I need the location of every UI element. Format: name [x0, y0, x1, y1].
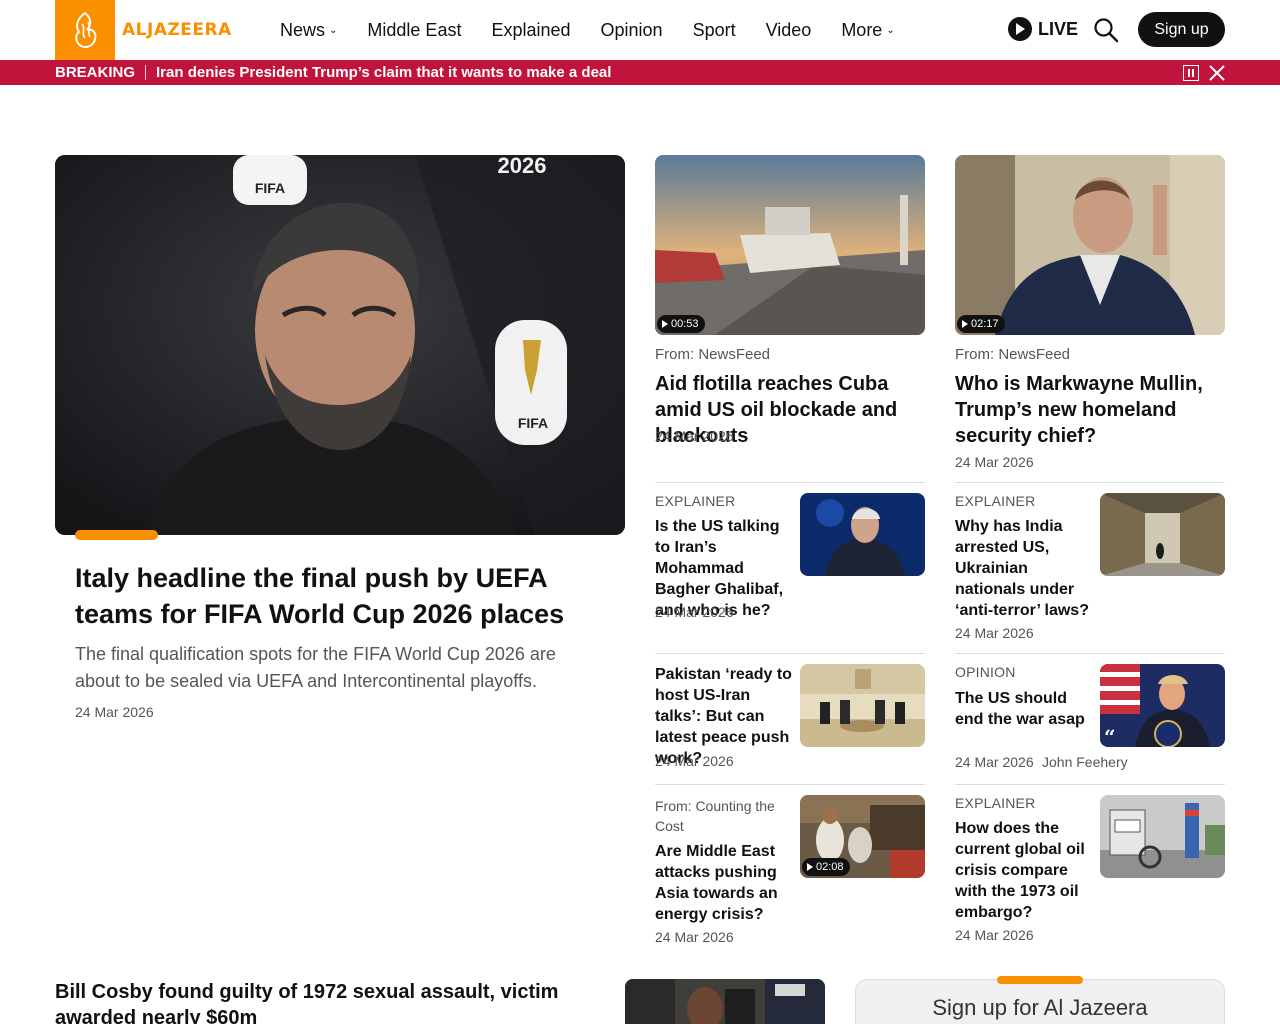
live-label: LIVE: [1038, 18, 1079, 39]
fifa-text: FIFA: [518, 415, 548, 431]
pause-icon[interactable]: [1183, 65, 1199, 81]
story-date: 24 Mar 2026: [655, 929, 734, 945]
breaking-news-bar: BREAKING Iran denies President Trump’s c…: [0, 60, 1280, 85]
story-date: 24 Mar 2026: [955, 927, 1034, 943]
newsletter-accent-bar: [997, 976, 1083, 984]
site-header: ALJAZEERA News ⌄ Middle East Explained Op…: [0, 0, 1280, 60]
live-button[interactable]: LIVE: [1008, 17, 1078, 41]
play-icon: [807, 863, 813, 871]
story-tag[interactable]: Explainer: [955, 493, 1035, 509]
story-headline[interactable]: Bill Cosby found guilty of 1972 sexual a…: [55, 979, 615, 1024]
video-duration-badge: 02:08: [802, 858, 850, 876]
story-headline[interactable]: How does the current global oil crisis c…: [955, 818, 1095, 923]
story-source[interactable]: From: Counting the Cost: [655, 796, 795, 836]
story-date: 24 Mar 2026: [655, 753, 734, 769]
story-date: 24 Mar 2026: [655, 604, 734, 620]
divider: [955, 784, 1225, 785]
card-date: 24 Mar 2026: [655, 428, 734, 444]
featured-headline[interactable]: Italy headline the final push by UEFA te…: [75, 560, 605, 632]
story-image[interactable]: [1100, 493, 1225, 576]
story-date: 24 Mar 2026: [955, 625, 1034, 641]
nav-item-sport[interactable]: Sport: [693, 20, 736, 41]
divider: [655, 784, 925, 785]
nav-item-middle-east[interactable]: Middle East: [367, 20, 461, 41]
nav-item-explained[interactable]: Explained: [491, 20, 570, 41]
breaking-headline[interactable]: Iran denies President Trump’s claim that…: [156, 64, 611, 81]
nav-item-label: Explained: [491, 19, 571, 40]
play-icon: [962, 320, 968, 328]
divider: [655, 482, 925, 483]
card-date: 24 Mar 2026: [955, 454, 1034, 470]
story-image[interactable]: 02:08: [800, 795, 925, 878]
nav-item-video[interactable]: Video: [766, 20, 812, 41]
chevron-down-icon: ⌄: [886, 24, 895, 36]
logo-emblem-icon: [55, 0, 115, 60]
card-source[interactable]: From: NewsFeed: [955, 346, 1070, 363]
breaking-label: BREAKING: [55, 65, 147, 80]
play-icon: [1008, 17, 1032, 41]
nav-item-label: More: [841, 19, 883, 40]
story-image[interactable]: [800, 493, 925, 576]
nav-item-label: Middle East: [367, 19, 462, 40]
nav-item-opinion[interactable]: Opinion: [601, 20, 663, 41]
card-image[interactable]: 02:17: [955, 155, 1225, 335]
divider: [655, 653, 925, 654]
duration-text: 02:08: [816, 861, 844, 873]
duration-text: 02:17: [971, 318, 999, 330]
video-duration-badge: 00:53: [657, 315, 705, 333]
card-image[interactable]: 00:53: [655, 155, 925, 335]
quote-icon: “: [1104, 725, 1116, 747]
divider: [955, 653, 1225, 654]
close-icon[interactable]: [1208, 64, 1226, 82]
nav-item-news[interactable]: News ⌄: [280, 20, 337, 41]
story-headline[interactable]: Why has India arrested US, Ukrainian nat…: [955, 516, 1095, 621]
year-text: 2026: [498, 155, 547, 178]
video-duration-badge: 02:17: [957, 315, 1005, 333]
story-image[interactable]: [625, 979, 825, 1024]
signup-button[interactable]: Sign up: [1138, 12, 1225, 47]
story-headline[interactable]: Are Middle East attacks pushing Asia tow…: [655, 841, 795, 925]
nav-item-label: Opinion: [600, 19, 663, 40]
story-author[interactable]: John Feehery: [1042, 754, 1128, 770]
featured-accent-bar: [75, 530, 158, 540]
story-headline[interactable]: The US should end the war asap: [955, 688, 1095, 730]
story-image[interactable]: [1100, 795, 1225, 878]
search-icon[interactable]: [1093, 17, 1119, 43]
duration-text: 00:53: [671, 318, 699, 330]
story-image[interactable]: “: [1100, 664, 1225, 747]
card-source[interactable]: From: NewsFeed: [655, 346, 770, 363]
site-logo[interactable]: ALJAZEERA: [55, 0, 232, 60]
nav-item-label: Video: [765, 19, 812, 40]
featured-image[interactable]: FIFA 2026 FIFA: [55, 155, 625, 535]
featured-date: 24 Mar 2026: [75, 704, 154, 720]
featured-description: The final qualification spots for the FI…: [75, 644, 556, 691]
story-tag[interactable]: Explainer: [655, 493, 735, 509]
nav-item-label: News: [280, 19, 326, 40]
card-headline[interactable]: Who is Markwayne Mullin, Trump’s new hom…: [955, 371, 1225, 449]
play-icon: [662, 320, 668, 328]
story-image[interactable]: [800, 664, 925, 747]
nav-item-more[interactable]: More ⌄: [841, 20, 894, 41]
story-tag[interactable]: Explainer: [955, 795, 1035, 811]
newsletter-title: Sign up for Al Jazeera: [932, 995, 1148, 1020]
nav-item-label: Sport: [692, 19, 736, 40]
story-tag[interactable]: Opinion: [955, 664, 1016, 680]
divider: [955, 482, 1225, 483]
main-nav: News ⌄ Middle East Explained Opinion Spor…: [280, 0, 925, 60]
story-date: 24 Mar 2026: [955, 754, 1034, 770]
logo-wordmark: ALJAZEERA: [122, 20, 232, 40]
chevron-down-icon: ⌄: [329, 24, 338, 36]
fifa-text: FIFA: [255, 180, 285, 196]
